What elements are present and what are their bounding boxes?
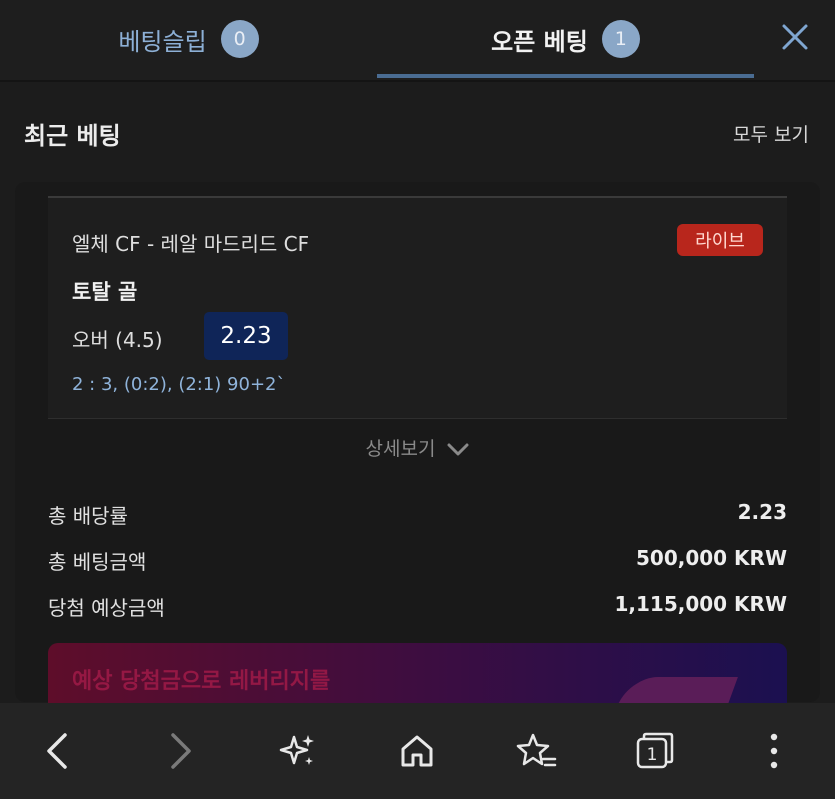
- payout-value: 1,115,000 KRW: [614, 592, 787, 616]
- odds-value: 2.23: [204, 312, 288, 360]
- promo-text: 예상 당첨금으로 레버리지를: [72, 669, 331, 694]
- tab-count: 1: [647, 745, 658, 765]
- details-toggle[interactable]: 상세보기: [0, 434, 835, 461]
- active-tab-indicator: [377, 74, 754, 78]
- payout-label: 당첨 예상금액: [48, 596, 165, 620]
- promo-graphic: [606, 677, 738, 703]
- stake-value: 500,000 KRW: [635, 546, 787, 570]
- match-score: 2 : 3, (0:2), (2:1) 90+2`: [72, 374, 286, 395]
- total-odds-row: 총 배당률 2.23: [48, 500, 787, 530]
- tabs-button[interactable]: 1: [625, 721, 685, 781]
- details-label: 상세보기: [365, 438, 436, 460]
- promo-banner[interactable]: 예상 당첨금으로 레버리지를: [48, 643, 787, 703]
- tab-betslip[interactable]: 베팅슬립 0: [0, 0, 377, 78]
- betslip-count-badge: 0: [220, 20, 259, 58]
- total-odds-value: 2.23: [737, 500, 787, 524]
- sparkle-icon: [279, 735, 314, 765]
- open-bets-count-badge: 1: [601, 20, 640, 58]
- bet-item: 엘체 CF - 레알 마드리드 CF 라이브 토탈 골 오버 (4.5) 2.2…: [48, 196, 787, 419]
- bet-selection: 오버 (4.5): [72, 328, 163, 352]
- tab-open-bets[interactable]: 오픈 베팅 1: [377, 0, 754, 78]
- browser-navbar: 1: [0, 703, 835, 799]
- stake-row: 총 베팅금액 500,000 KRW: [48, 546, 787, 576]
- chevron-right-icon: [171, 733, 191, 769]
- tab-betslip-label: 베팅슬립: [118, 27, 207, 56]
- ai-assistant-button[interactable]: [268, 721, 328, 781]
- forward-button[interactable]: [150, 721, 210, 781]
- bet-tabs-header: 베팅슬립 0 오픈 베팅 1: [0, 0, 835, 80]
- chevron-left-icon: [47, 733, 67, 769]
- more-vertical-icon: [770, 733, 778, 769]
- chevron-down-icon: [447, 443, 469, 455]
- star-list-icon: [516, 733, 557, 767]
- tabs-icon: 1: [636, 732, 674, 769]
- close-button[interactable]: [772, 14, 818, 60]
- menu-button[interactable]: [744, 721, 804, 781]
- payout-row: 당첨 예상금액 1,115,000 KRW: [48, 592, 787, 622]
- stake-label: 총 베팅금액: [48, 550, 147, 574]
- live-badge: 라이브: [677, 224, 763, 256]
- close-icon: [782, 24, 808, 50]
- home-icon: [401, 735, 433, 767]
- total-odds-label: 총 배당률: [48, 504, 128, 528]
- tab-open-bets-label: 오픈 베팅: [491, 27, 588, 56]
- section-title: 최근 베팅: [24, 122, 121, 150]
- back-button[interactable]: [28, 721, 88, 781]
- match-name: 엘체 CF - 레알 마드리드 CF: [72, 232, 310, 256]
- home-button[interactable]: [387, 721, 447, 781]
- market-name: 토탈 골: [72, 280, 138, 304]
- view-all-link[interactable]: 모두 보기: [733, 120, 809, 147]
- bookmarks-button[interactable]: [506, 721, 566, 781]
- recent-bets-header: 최근 베팅 모두 보기: [0, 82, 835, 182]
